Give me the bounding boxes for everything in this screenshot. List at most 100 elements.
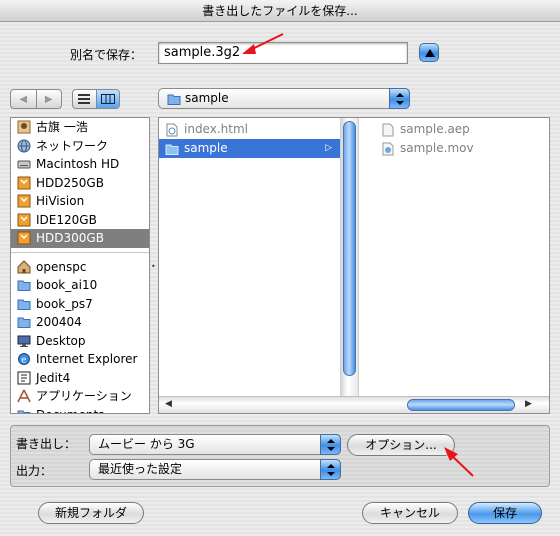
export-format-value: ムービー から 3G xyxy=(98,437,195,451)
sidebar-divider xyxy=(11,251,149,253)
sidebar-item-label: HiVision xyxy=(36,194,85,208)
file-item-sample-aep[interactable]: sample.aep xyxy=(359,120,549,139)
network-globe-icon xyxy=(17,139,31,153)
sidebar-item-label: Jedit4 xyxy=(36,370,71,385)
sidebar-item-label: Documents xyxy=(36,406,104,414)
output-settings-popup[interactable]: 最近使った設定 xyxy=(89,459,341,480)
folder-icon xyxy=(17,299,31,310)
file-item-sample-folder[interactable]: sample ▷ xyxy=(159,139,340,158)
hard-drive-icon xyxy=(17,160,31,169)
movie-file-icon xyxy=(382,142,394,155)
file-item-label: sample.mov xyxy=(400,141,474,155)
sidebar-item-ide120gb[interactable]: IDE120GB xyxy=(11,211,149,230)
cancel-button[interactable]: キャンセル xyxy=(362,502,458,524)
sidebar-item-label: 古旗 一浩 xyxy=(36,120,88,134)
sidebar-item-label: HDD250GB xyxy=(36,175,104,190)
sidebar-item-documents[interactable]: Documents xyxy=(11,406,149,414)
sidebar-item-label: Desktop xyxy=(36,333,86,348)
file-item-label: sample.aep xyxy=(400,122,470,136)
sidebar-item-hivision[interactable]: HiVision xyxy=(11,192,149,211)
folder-icon xyxy=(165,144,179,155)
column-scrollbar[interactable] xyxy=(341,118,358,396)
external-drive-icon xyxy=(17,194,31,208)
save-as-label: 別名で保存： xyxy=(70,48,143,62)
folder-icon xyxy=(167,94,181,105)
sidebar-item-macintosh-hd[interactable]: Macintosh HD xyxy=(11,155,149,174)
forward-arrow-icon[interactable]: ▶ xyxy=(37,90,62,108)
desktop-icon xyxy=(17,335,31,347)
sidebar-item-label: openspc xyxy=(36,259,87,274)
scrollbar-thumb[interactable] xyxy=(343,121,356,376)
save-as-input[interactable]: sample.3g2 xyxy=(158,42,408,64)
disclosure-triangle-icon: ▷ xyxy=(325,143,332,153)
sidebar-item-label: book_ai10 xyxy=(36,278,98,292)
save-button[interactable]: 保存 xyxy=(468,502,542,524)
aep-document-icon xyxy=(382,123,394,136)
sidebar-item-openspc[interactable]: openspc xyxy=(11,258,149,277)
horizontal-scrollbar[interactable]: ◀ ▶ xyxy=(159,396,549,413)
export-format-popup[interactable]: ムービー から 3G xyxy=(89,434,341,455)
popup-arrows-icon xyxy=(320,459,341,480)
sidebar-item-label: Macintosh HD xyxy=(36,157,120,171)
sidebar-item-internet-explorer[interactable]: e Internet Explorer xyxy=(11,350,149,369)
browser-column-2[interactable]: sample.aep sample.mov xyxy=(358,118,549,396)
options-button[interactable]: オプション... xyxy=(347,434,455,456)
horizontal-scrollbar-thumb[interactable] xyxy=(407,399,515,411)
splitter-handle[interactable]: • xyxy=(151,262,156,271)
new-folder-button[interactable]: 新規フォルダ xyxy=(38,502,144,524)
folder-icon xyxy=(17,280,31,292)
sidebar-item-label: 200404 xyxy=(36,315,82,329)
output-label: 出力： xyxy=(16,464,53,478)
file-item-label: index.html xyxy=(184,122,248,136)
back-arrow-icon[interactable]: ◀ xyxy=(11,90,37,108)
list-view-icon[interactable] xyxy=(73,90,96,108)
window-title: 書き出したファイルを保存... xyxy=(0,0,560,22)
sidebar-item-book-ai10[interactable]: book_ai10 xyxy=(11,276,149,295)
html-document-icon xyxy=(166,123,178,136)
sidebar-item-hdd250gb[interactable]: HDD250GB xyxy=(11,174,149,193)
external-drive-icon xyxy=(17,213,31,227)
view-mode-control[interactable] xyxy=(72,89,120,109)
home-icon xyxy=(17,260,31,274)
collapse-button[interactable] xyxy=(419,43,439,62)
sidebar-item-200404[interactable]: 200404 xyxy=(11,313,149,332)
browser-column-1[interactable]: index.html sample ▷ xyxy=(159,118,341,396)
sidebar-item-book-ps7[interactable]: book_ps7 xyxy=(11,295,149,314)
file-item-sample-mov[interactable]: sample.mov xyxy=(359,139,549,158)
scroll-left-icon[interactable]: ◀ xyxy=(165,399,172,409)
sidebar-item-label: ネットワーク xyxy=(36,138,109,153)
popup-arrows-icon xyxy=(389,88,410,109)
location-folder-name: sample xyxy=(185,91,229,105)
sidebar-item-network[interactable]: ネットワーク xyxy=(11,137,149,156)
export-label: 書き出し： xyxy=(16,437,77,451)
sidebar-item-label: Internet Explorer xyxy=(36,352,138,366)
file-item-index-html[interactable]: index.html xyxy=(159,120,340,139)
folder-icon xyxy=(17,317,31,329)
output-settings-value: 最近使った設定 xyxy=(98,462,183,476)
sidebar-item-jedit4[interactable]: Jedit4 xyxy=(11,369,149,388)
applications-icon xyxy=(17,389,31,403)
location-popup[interactable]: sample xyxy=(158,88,410,109)
file-browser[interactable]: index.html sample ▷ sample.aep sample.mo… xyxy=(158,117,550,414)
user-home-icon xyxy=(17,120,31,134)
back-forward-control[interactable]: ◀ ▶ xyxy=(10,89,62,109)
sidebar-item-label: HDD300GB xyxy=(36,231,104,245)
folder-icon xyxy=(17,410,31,413)
external-drive-icon xyxy=(17,231,31,245)
sidebar-item-label: IDE120GB xyxy=(36,212,97,227)
sidebar-item-label: アプリケーション xyxy=(36,389,132,403)
column-view-icon[interactable] xyxy=(95,90,119,108)
popup-arrows-icon xyxy=(320,434,341,455)
sidebar-item-hdd300gb[interactable]: HDD300GB xyxy=(11,229,149,248)
sidebar-item-desktop[interactable]: Desktop xyxy=(11,332,149,351)
external-drive-icon xyxy=(17,176,31,190)
sidebar-item-user[interactable]: 古旗 一浩 xyxy=(11,118,149,137)
sidebar-item-label: book_ps7 xyxy=(36,296,93,311)
scroll-right-icon[interactable]: ▶ xyxy=(525,399,532,409)
file-item-label: sample xyxy=(184,141,228,155)
sidebar[interactable]: 古旗 一浩 ネットワーク Macintosh HD HDD250GB HiVis… xyxy=(10,117,150,414)
svg-text:e: e xyxy=(21,356,27,366)
chevron-up-icon xyxy=(425,49,435,57)
sidebar-item-applications[interactable]: アプリケーション xyxy=(11,387,149,406)
jedit-app-icon xyxy=(17,371,31,385)
